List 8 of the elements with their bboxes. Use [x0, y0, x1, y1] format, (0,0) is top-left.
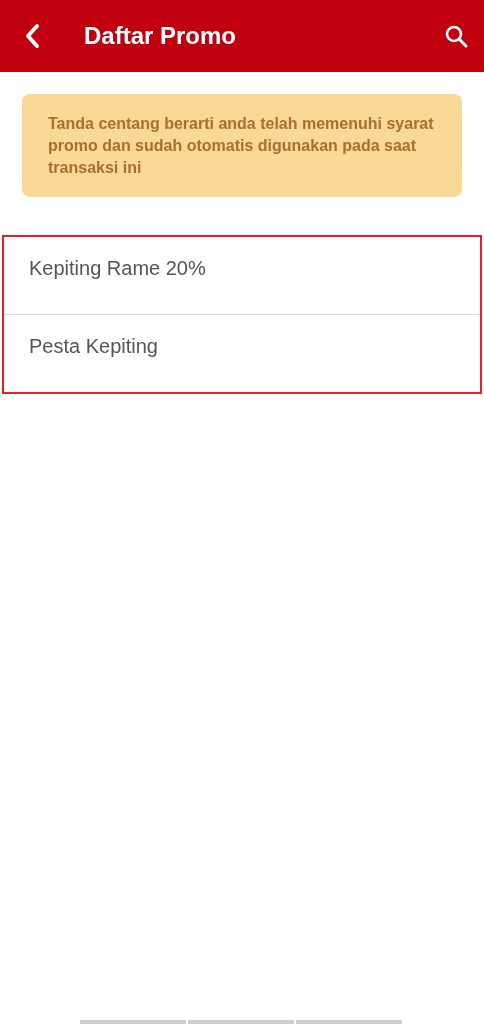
promo-item[interactable]: Pesta Kepiting — [4, 314, 480, 392]
promo-item[interactable]: Kepiting Rame 20% — [4, 237, 480, 314]
search-icon — [444, 24, 468, 48]
page-title: Daftar Promo — [84, 22, 238, 50]
notice-text: Tanda centang berarti anda telah memenuhi syarat promo dan sudah otomatis digunakan pada saat transaksi ini — [48, 114, 435, 178]
search-button[interactable] — [444, 24, 468, 48]
back-button[interactable] — [24, 23, 40, 49]
back-icon — [24, 23, 40, 49]
